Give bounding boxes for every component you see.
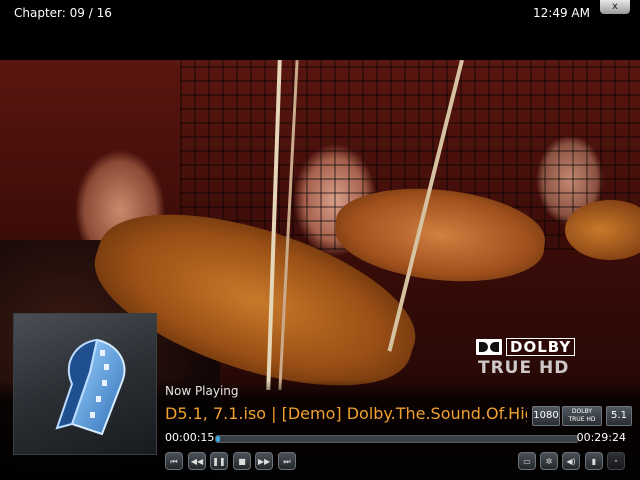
dolby-truehd-logo: DOLBY TRUE HD — [476, 338, 580, 384]
top-bar: Chapter: 09 / 16 12:49 AM x — [0, 0, 640, 60]
truehd-text: TRUE HD — [478, 358, 570, 378]
menu-dot-button[interactable]: • — [607, 452, 625, 470]
channels-badge: 5.1 — [606, 406, 632, 426]
media-title: D5.1, 7.1.iso | [Demo] Dolby.The.Sound.O… — [165, 404, 527, 423]
stop-icon: ■ — [238, 457, 246, 466]
skip-previous-icon: ⏮ — [170, 457, 178, 466]
time-total: 00:29:24 — [576, 431, 626, 444]
rewind-button[interactable]: ◀◀ — [188, 452, 206, 470]
dolby-brand: DOLBY — [506, 338, 576, 356]
time-current: 00:00:15 — [165, 431, 215, 444]
audio-settings-button[interactable]: ◀) — [562, 452, 580, 470]
chapter-indicator: Chapter: 09 / 16 — [14, 6, 112, 20]
clock: 12:49 AM — [533, 6, 590, 20]
fast-forward-button[interactable]: ▶▶ — [255, 452, 273, 470]
film-reel-icon — [55, 338, 126, 436]
violin-back — [565, 200, 640, 260]
bookmark-button[interactable]: ▮ — [585, 452, 603, 470]
close-button[interactable]: x — [600, 0, 630, 14]
skip-next-icon: ⏭ — [283, 457, 291, 466]
double-d-icon — [476, 339, 502, 355]
media-thumbnail — [13, 313, 157, 455]
pause-button[interactable]: ❚❚ — [210, 452, 228, 470]
video-settings-button[interactable]: ✲ — [540, 452, 558, 470]
audio-settings-icon: ◀) — [566, 457, 576, 466]
now-playing-label: Now Playing — [165, 384, 239, 398]
pause-icon: ❚❚ — [212, 457, 226, 466]
subtitles-button[interactable]: ▭ — [518, 452, 536, 470]
fast-forward-icon: ▶▶ — [257, 457, 271, 466]
bookmark-icon: ▮ — [591, 457, 597, 466]
skip-previous-button[interactable]: ⏮ — [165, 452, 183, 470]
menu-dot-icon: • — [613, 457, 619, 466]
rewind-icon: ◀◀ — [190, 457, 204, 466]
video-settings-icon: ✲ — [545, 457, 553, 466]
seek-bar-fill — [216, 436, 221, 442]
subtitles-icon: ▭ — [523, 457, 531, 466]
skip-next-button[interactable]: ⏭ — [278, 452, 296, 470]
stop-button[interactable]: ■ — [233, 452, 251, 470]
resolution-badge: 1080 — [532, 406, 560, 426]
seek-bar[interactable] — [215, 435, 579, 443]
audio-codec-badge: DOLBY TRUE HD — [562, 406, 602, 426]
